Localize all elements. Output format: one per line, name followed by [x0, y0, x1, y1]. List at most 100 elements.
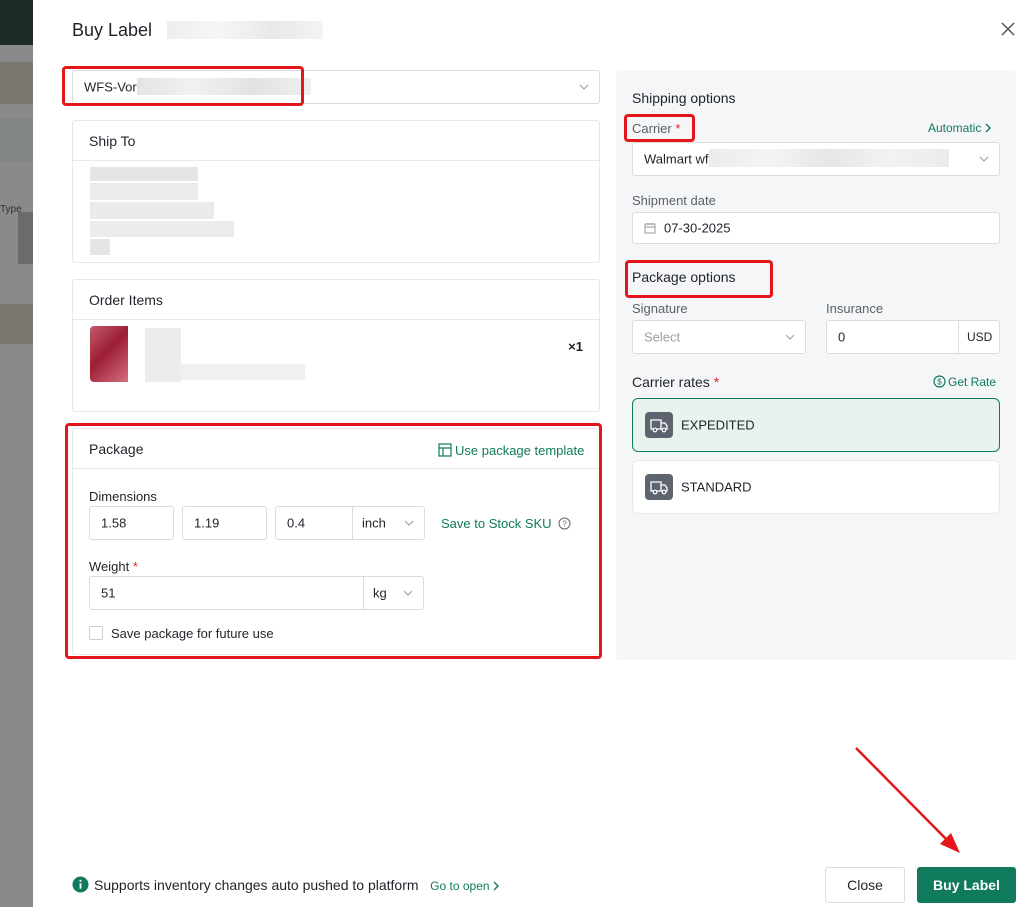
ship-to-card: Ship To — [72, 120, 600, 263]
background-row — [0, 118, 33, 162]
signature-placeholder: Select — [644, 329, 681, 345]
product-name-redacted — [145, 328, 181, 382]
carrier-rates-title: Carrier rates * — [632, 374, 719, 390]
chevron-down-icon — [403, 590, 413, 596]
address-redacted — [90, 202, 214, 219]
truck-icon — [645, 474, 673, 500]
warehouse-select-value: WFS-Vor — [84, 79, 137, 95]
signature-label: Signature — [632, 301, 688, 316]
svg-text:$: $ — [937, 378, 942, 387]
package-options-title: Package options — [632, 269, 736, 285]
unit-divider — [363, 577, 364, 609]
rate-name: STANDARD — [681, 479, 752, 495]
automatic-link[interactable]: Automatic — [928, 121, 992, 135]
unit-divider — [352, 507, 353, 539]
save-to-stock-sku-link[interactable]: Save to Stock SKU ? — [441, 516, 571, 531]
width-input[interactable]: 1.19 — [182, 506, 267, 540]
go-to-open-label: Go to open — [430, 879, 490, 893]
chevron-down-icon — [785, 334, 795, 340]
weight-label: Weight * — [89, 559, 138, 574]
rate-option-expedited[interactable]: EXPEDITED — [632, 398, 1000, 452]
footer-info-text: Supports inventory changes auto pushed t… — [94, 877, 419, 893]
close-icon[interactable] — [999, 20, 1017, 38]
chevron-down-icon — [579, 84, 589, 90]
get-rate-link[interactable]: $ Get Rate — [933, 375, 996, 389]
buy-label-button[interactable]: Buy Label — [917, 867, 1016, 903]
go-to-open-link[interactable]: Go to open — [430, 879, 500, 893]
weight-input[interactable]: 51 kg — [89, 576, 424, 610]
insurance-label: Insurance — [826, 301, 884, 316]
warehouse-name-redacted — [137, 78, 311, 95]
annotation-arrow — [855, 747, 960, 853]
dollar-refresh-icon: $ — [933, 375, 946, 388]
address-redacted — [90, 167, 198, 181]
length-value: 1.58 — [101, 515, 127, 531]
required-marker: * — [713, 374, 720, 390]
warehouse-select[interactable]: WFS-Vor — [72, 70, 600, 104]
order-id-redacted — [167, 21, 323, 39]
dialog-title: Buy Label — [72, 20, 153, 40]
background-row — [18, 212, 33, 264]
info-icon — [72, 876, 89, 893]
signature-select[interactable]: Select — [632, 320, 806, 354]
weight-value: 51 — [101, 585, 116, 601]
save-package-checkbox[interactable] — [89, 626, 103, 640]
carrier-rates-label: Carrier rates — [632, 374, 710, 390]
required-marker: * — [675, 121, 681, 136]
required-marker: * — [132, 559, 138, 574]
weight-unit-select[interactable]: kg — [373, 586, 387, 601]
shipping-panel: Shipping options Carrier * Automatic Wal… — [616, 70, 1016, 660]
ship-to-title: Ship To — [73, 121, 599, 161]
rate-option-standard[interactable]: STANDARD — [632, 460, 1000, 514]
weight-label-text: Weight — [89, 559, 130, 574]
order-items-title: Order Items — [73, 280, 599, 320]
svg-text:?: ? — [562, 520, 567, 529]
background-row — [0, 304, 33, 344]
shipment-date-input[interactable]: 07-30-2025 — [632, 212, 1000, 244]
chevron-right-icon — [493, 881, 499, 891]
dimension-unit-select[interactable]: inch — [362, 516, 386, 531]
address-redacted — [90, 183, 198, 200]
width-value: 1.19 — [194, 515, 220, 531]
calendar-icon — [644, 223, 656, 234]
carrier-select[interactable]: Walmart wf — [632, 142, 1000, 176]
product-thumbnail — [90, 326, 128, 382]
help-icon: ? — [558, 517, 571, 530]
get-rate-label: Get Rate — [948, 375, 997, 389]
truck-icon — [645, 412, 673, 438]
carrier-select-value: Walmart wf — [644, 151, 709, 167]
buy-label-dialog: Buy Label WFS-Vor Ship To Order Items ×1… — [33, 0, 1029, 907]
unit-divider — [958, 321, 959, 353]
shipping-options-title: Shipping options — [632, 90, 736, 106]
background-row — [0, 62, 33, 104]
background-header — [0, 0, 33, 45]
carrier-label: Carrier * — [632, 121, 680, 136]
order-items-card: Order Items ×1 — [72, 279, 600, 412]
insurance-currency: USD — [967, 330, 993, 344]
carrier-name-redacted — [709, 149, 949, 167]
chevron-right-icon — [985, 123, 991, 133]
close-button[interactable]: Close — [825, 867, 905, 903]
footer-info: Supports inventory changes auto pushed t… — [72, 876, 500, 893]
dimensions-label: Dimensions — [89, 489, 157, 504]
height-value: 0.4 — [287, 515, 306, 531]
insurance-input[interactable]: 0 USD — [826, 320, 1000, 354]
background-page: Type — [0, 0, 33, 907]
shipment-date-label: Shipment date — [632, 193, 716, 208]
package-card: Package Use package template — [72, 428, 600, 655]
save-package-label: Save package for future use — [111, 626, 274, 641]
carrier-label-text: Carrier — [632, 121, 672, 136]
use-package-template-link[interactable]: Use package template — [438, 443, 584, 458]
use-package-template-label: Use package template — [455, 443, 585, 458]
height-input[interactable]: 0.4 inch — [275, 506, 425, 540]
background-column-label: Type — [0, 204, 22, 215]
address-redacted — [90, 221, 234, 237]
rate-name: EXPEDITED — [681, 417, 755, 433]
product-name-redacted — [181, 364, 305, 380]
chevron-down-icon — [979, 156, 989, 162]
item-quantity: ×1 — [568, 339, 583, 354]
automatic-label: Automatic — [928, 121, 982, 135]
address-redacted — [90, 239, 110, 255]
length-input[interactable]: 1.58 — [89, 506, 174, 540]
chevron-down-icon — [404, 520, 414, 526]
